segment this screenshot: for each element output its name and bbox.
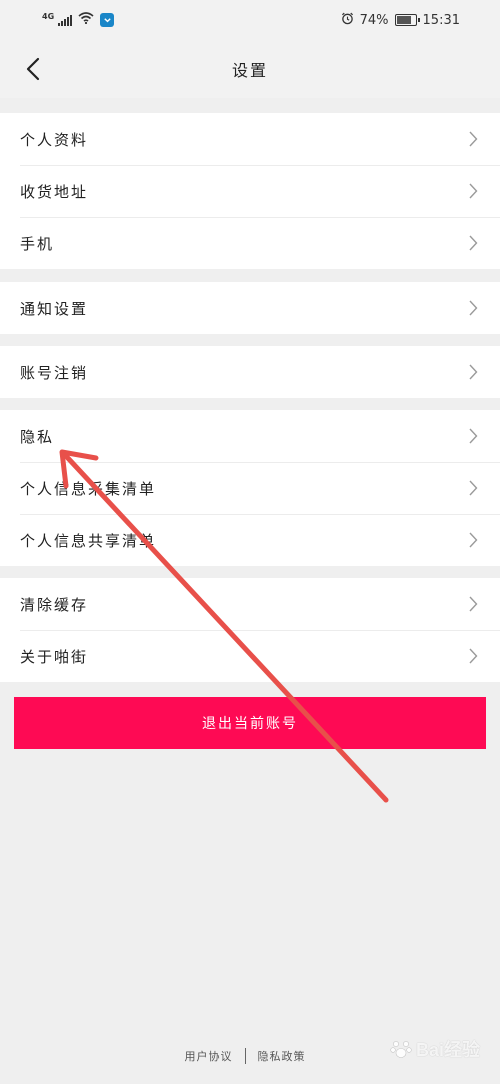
section-privacy: 隐私 个人信息采集清单 个人信息共享清单: [0, 410, 500, 566]
row-clear-cache[interactable]: 清除缓存: [0, 578, 500, 630]
watermark-text: Bai经验: [415, 1040, 480, 1060]
row-label: 个人资料: [20, 130, 89, 149]
status-time: 15:31: [422, 12, 460, 28]
section-profile: 个人资料 收货地址 手机: [0, 113, 500, 269]
chevron-right-icon: [468, 364, 480, 380]
signal-icon: [58, 14, 73, 26]
chevron-right-icon: [468, 235, 480, 251]
row-label: 收货地址: [20, 182, 89, 201]
status-right: 74% 15:31: [341, 12, 460, 29]
alarm-icon: [341, 12, 354, 29]
row-account-deletion[interactable]: 账号注销: [0, 346, 500, 398]
privacy-policy-link[interactable]: 隐私政策: [258, 1048, 306, 1064]
chevron-right-icon: [468, 183, 480, 199]
section-account: 账号注销: [0, 346, 500, 398]
row-label: 个人信息采集清单: [20, 479, 157, 498]
app-notification-icon: [100, 13, 115, 27]
chevron-right-icon: [468, 648, 480, 664]
chevron-right-icon: [468, 596, 480, 612]
chevron-right-icon: [468, 300, 480, 316]
status-bar: 4G 74% 15:31: [0, 0, 500, 40]
row-about[interactable]: 关于啪街: [0, 630, 500, 682]
row-notification-settings[interactable]: 通知设置: [0, 282, 500, 334]
watermark: Bai经验: [390, 1036, 480, 1062]
row-shipping-address[interactable]: 收货地址: [0, 165, 500, 217]
section-misc: 清除缓存 关于啪街: [0, 578, 500, 682]
battery-percent: 74%: [359, 12, 389, 28]
section-notifications: 通知设置: [0, 282, 500, 334]
row-label: 关于啪街: [20, 647, 89, 666]
chevron-right-icon: [468, 480, 480, 496]
status-left: 4G: [42, 11, 115, 28]
user-agreement-link[interactable]: 用户协议: [185, 1048, 233, 1064]
network-type: 4G: [42, 11, 55, 21]
page-title: 设置: [231, 61, 268, 80]
chevron-right-icon: [468, 532, 480, 548]
row-label: 清除缓存: [20, 595, 89, 614]
chevron-right-icon: [468, 428, 480, 444]
row-personal-info[interactable]: 个人资料: [0, 113, 500, 165]
row-privacy[interactable]: 隐私: [0, 410, 500, 462]
row-label: 个人信息共享清单: [20, 531, 157, 550]
row-label: 隐私: [20, 427, 55, 446]
paw-icon: [390, 1041, 412, 1058]
chevron-right-icon: [468, 131, 480, 147]
chevron-left-icon: [26, 57, 40, 81]
row-label: 通知设置: [20, 299, 89, 318]
row-label: 账号注销: [20, 363, 89, 382]
wifi-icon: [78, 12, 94, 28]
battery-icon: [394, 14, 420, 26]
row-phone[interactable]: 手机: [0, 217, 500, 269]
row-label: 手机: [20, 234, 55, 253]
footer-divider: [244, 1048, 246, 1064]
row-info-collection-list[interactable]: 个人信息采集清单: [0, 462, 500, 514]
nav-bar: 设置: [0, 40, 500, 98]
logout-button[interactable]: 退出当前账号: [14, 697, 486, 749]
back-button[interactable]: [18, 54, 48, 84]
row-info-sharing-list[interactable]: 个人信息共享清单: [0, 514, 500, 566]
